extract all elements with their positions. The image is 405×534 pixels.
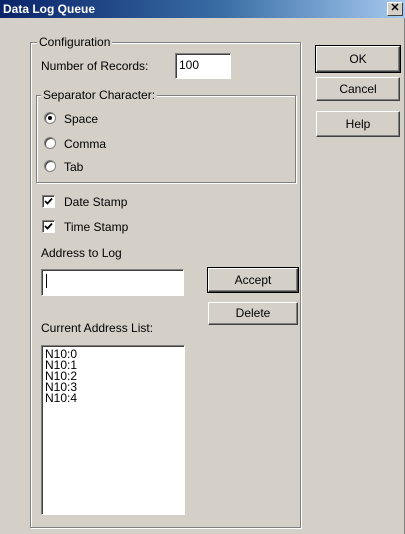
date-stamp-checkbox[interactable] (42, 195, 55, 208)
list-item[interactable]: N10:4 (45, 392, 181, 404)
help-button-label: Help (345, 117, 371, 131)
ok-button-label: OK (349, 52, 367, 66)
delete-button[interactable]: Delete (208, 302, 298, 325)
close-icon: ✕ (390, 2, 400, 14)
configuration-legend: Configuration (37, 35, 113, 49)
ok-button[interactable]: OK (315, 45, 401, 73)
text-caret (46, 274, 47, 288)
cancel-button[interactable]: Cancel (316, 77, 400, 101)
number-of-records-label: Number of Records: (41, 59, 149, 73)
check-icon (44, 197, 53, 205)
close-button[interactable]: ✕ (387, 2, 403, 16)
radio-space[interactable] (44, 112, 56, 124)
help-button[interactable]: Help (316, 111, 400, 137)
time-stamp-checkbox[interactable] (42, 220, 55, 233)
address-to-log-label: Address to Log (41, 246, 122, 260)
window-title: Data Log Queue (3, 2, 96, 16)
separator-character-legend: Separator Character: (41, 88, 158, 102)
radio-comma-label[interactable]: Comma (64, 137, 106, 151)
address-to-log-input[interactable] (41, 269, 184, 296)
time-stamp-label[interactable]: Time Stamp (64, 220, 128, 234)
radio-tab[interactable] (44, 160, 56, 172)
data-log-queue-dialog: Data Log Queue ✕ Configuration Number of… (0, 0, 405, 534)
number-of-records-value: 100 (179, 58, 200, 72)
check-icon (44, 222, 53, 230)
radio-dot-icon (48, 116, 52, 120)
radio-space-label[interactable]: Space (64, 112, 98, 126)
date-stamp-label[interactable]: Date Stamp (64, 195, 127, 209)
accept-button[interactable]: Accept (207, 267, 299, 293)
delete-button-label: Delete (235, 306, 271, 320)
radio-tab-label[interactable]: Tab (64, 160, 83, 174)
accept-button-label: Accept (234, 273, 272, 287)
current-address-list-label: Current Address List: (41, 321, 154, 335)
number-of-records-input[interactable]: 100 (175, 53, 231, 79)
title-bar: Data Log Queue ✕ (0, 0, 405, 18)
radio-comma[interactable] (44, 137, 56, 149)
cancel-button-label: Cancel (339, 82, 377, 96)
current-address-list[interactable]: N10:0 N10:1 N10:2 N10:3 N10:4 (41, 345, 185, 515)
